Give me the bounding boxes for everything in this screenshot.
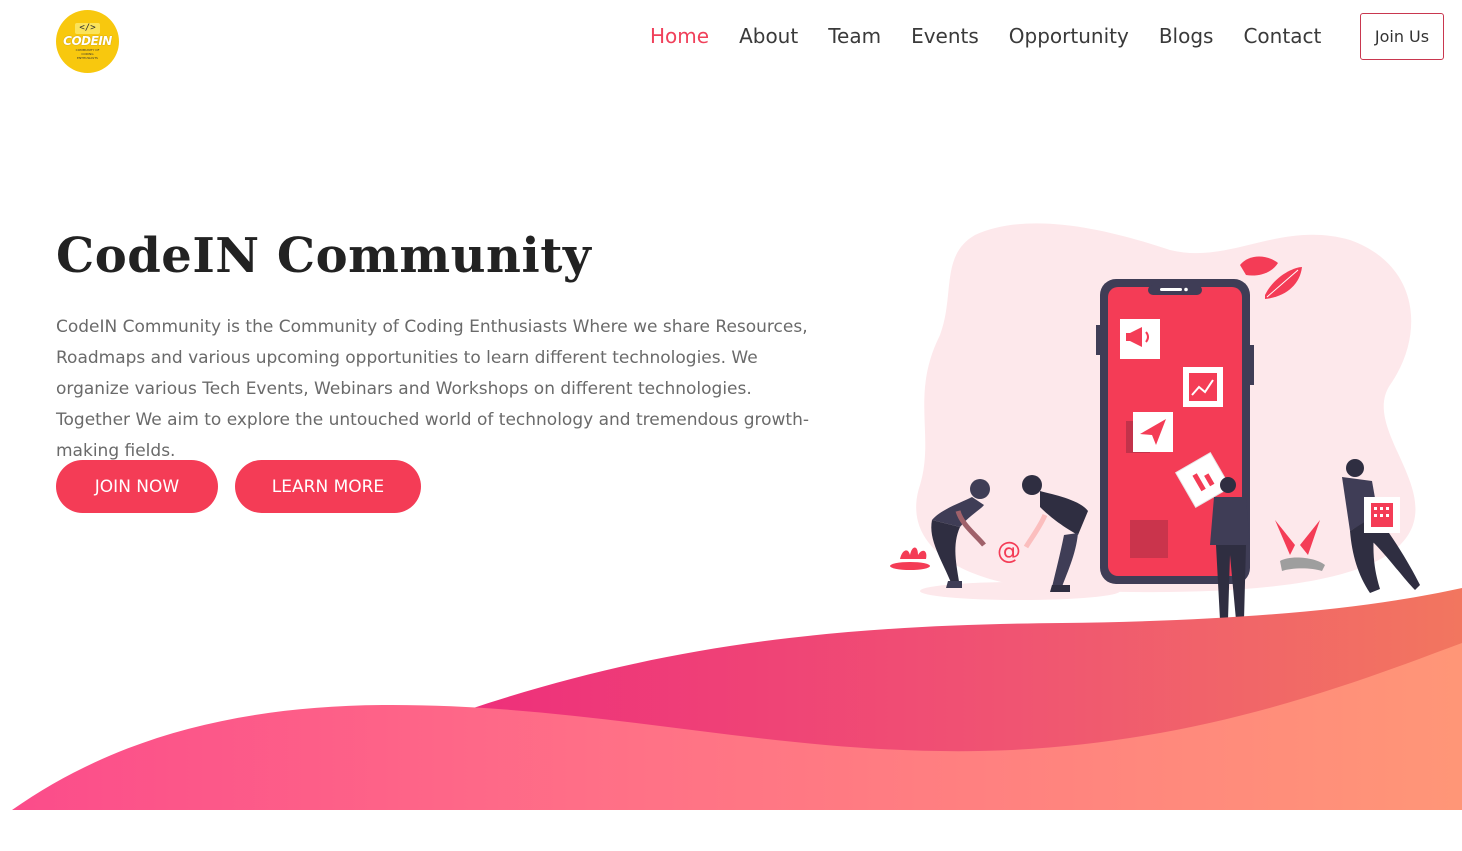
- nav-events[interactable]: Events: [911, 24, 979, 48]
- hero-illustration: @: [890, 223, 1420, 620]
- hero-title: CodeIN Community: [56, 228, 592, 284]
- logo-subtitle: COMMUNITY OF CODING ENTHUSIASTS: [75, 48, 100, 60]
- hero-description: CodeIN Community is the Community of Cod…: [56, 317, 810, 461]
- site-header: </> CODEIN COMMUNITY OF CODING ENTHUSIAS…: [0, 0, 1462, 80]
- join-us-button[interactable]: Join Us: [1360, 13, 1444, 60]
- megaphone-icon: [1120, 319, 1160, 359]
- learn-more-button[interactable]: LEARN MORE: [235, 460, 421, 513]
- nav-about[interactable]: About: [739, 24, 798, 48]
- nav-contact[interactable]: Contact: [1243, 24, 1321, 48]
- nav-opportunity[interactable]: Opportunity: [1009, 24, 1129, 48]
- code-tag-icon: </>: [75, 23, 100, 34]
- logo-word: CODEIN: [63, 34, 112, 48]
- join-now-button[interactable]: JOIN NOW: [56, 460, 218, 513]
- chart-icon: [1183, 367, 1223, 407]
- nav-home[interactable]: Home: [650, 24, 709, 48]
- main-nav: Home About Team Events Opportunity Blogs…: [650, 24, 1351, 48]
- flower-icon: [900, 547, 927, 559]
- nav-blogs[interactable]: Blogs: [1159, 24, 1214, 48]
- at-sign-icon: @: [997, 537, 1021, 565]
- footer-wave: [12, 588, 1462, 810]
- nav-team[interactable]: Team: [828, 24, 881, 48]
- codein-logo[interactable]: </> CODEIN COMMUNITY OF CODING ENTHUSIAS…: [56, 10, 119, 73]
- building-icon: [1371, 503, 1393, 527]
- paper-plane-icon: [1126, 412, 1173, 453]
